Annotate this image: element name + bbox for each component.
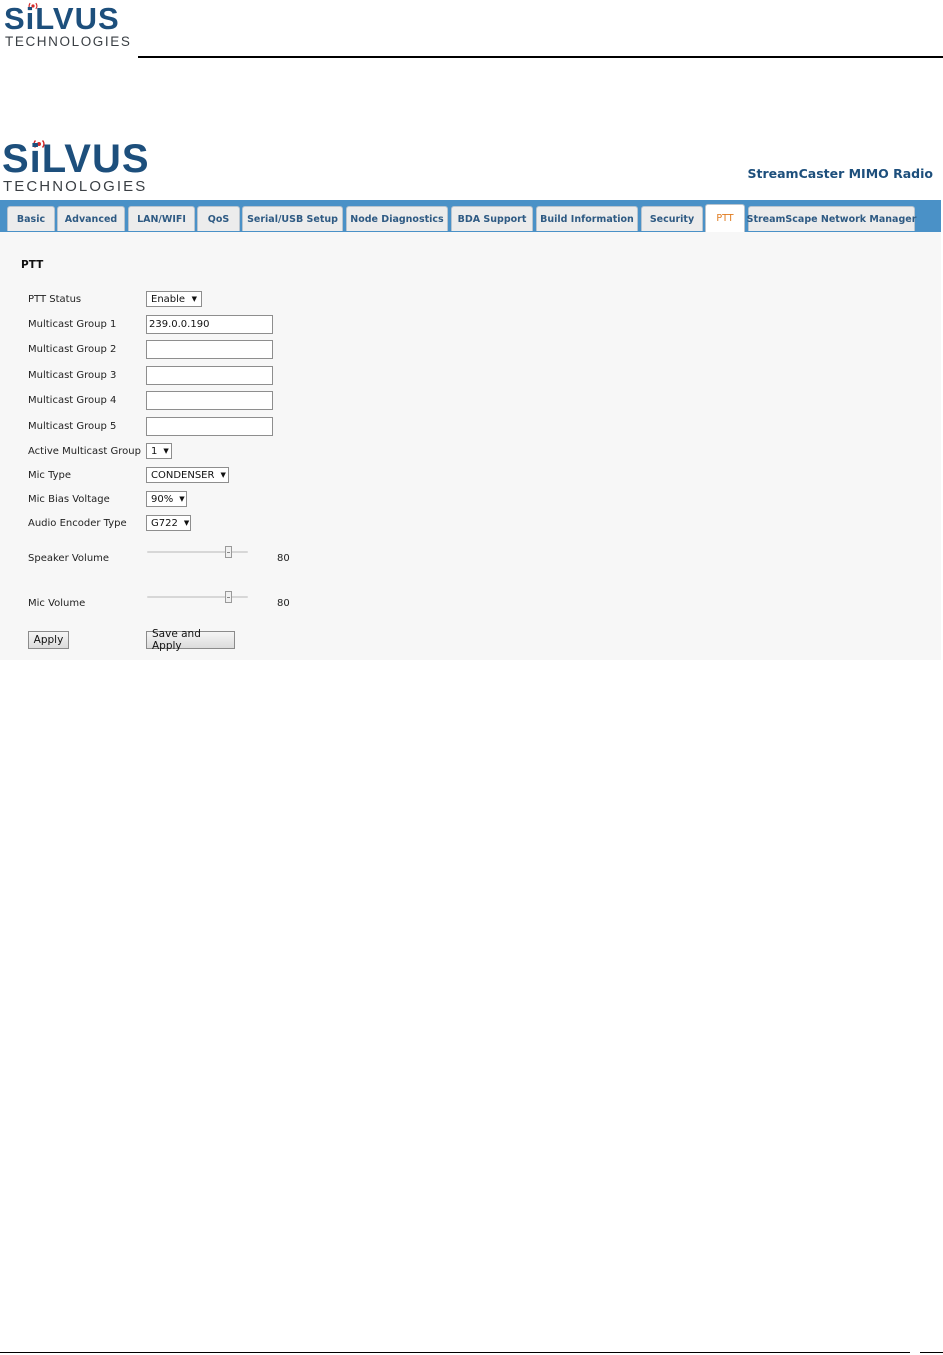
multicast-group-2-input[interactable] — [146, 340, 273, 359]
tab-basic[interactable]: Basic — [7, 206, 55, 231]
audio-encoder-type-select[interactable]: G722 ▼ — [146, 515, 191, 531]
speaker-volume-label: Speaker Volume — [28, 553, 110, 564]
app-logo: SiLVUS TECHNOLOGIES — [2, 138, 157, 198]
mic-bias-voltage-value: 90% — [151, 493, 174, 505]
active-multicast-group-select[interactable]: 1 ▼ — [146, 443, 172, 459]
dropdown-arrow-icon: ▼ — [163, 447, 169, 455]
slider-track — [147, 596, 248, 598]
document-logo-subtitle: TECHNOLOGIES — [5, 34, 132, 49]
ptt-status-label: PTT Status — [28, 294, 82, 305]
tab-build-information[interactable]: Build Information — [536, 206, 638, 231]
app-logo-brand: SiLVUS — [2, 137, 150, 181]
footer-page-marker — [920, 1352, 943, 1353]
audio-encoder-type-label: Audio Encoder Type — [28, 518, 127, 529]
multicast-group-1-input[interactable] — [146, 315, 273, 334]
ptt-config-screenshot: SiLVUS TECHNOLOGIES StreamCaster MIMO Ra… — [0, 138, 943, 660]
apply-button[interactable]: Apply — [28, 631, 69, 649]
tab-lan-wifi[interactable]: LAN/WIFI — [128, 206, 195, 231]
dropdown-arrow-icon: ▼ — [183, 519, 190, 527]
multicast-group-4-label: Multicast Group 4 — [28, 395, 117, 406]
tab-advanced[interactable]: Advanced — [57, 206, 125, 231]
multicast-group-3-input[interactable] — [146, 366, 273, 385]
tab-node-diagnostics[interactable]: Node Diagnostics — [346, 206, 448, 231]
mic-type-label: Mic Type — [28, 470, 72, 481]
mic-type-value: CONDENSER — [151, 469, 215, 481]
multicast-group-2-label: Multicast Group 2 — [28, 344, 117, 355]
document-logo-brand: SiLVUS — [4, 1, 120, 36]
speaker-volume-slider[interactable] — [147, 546, 248, 558]
tab-bda-support[interactable]: BDA Support — [451, 206, 533, 231]
mic-volume-value: 80 — [277, 598, 290, 609]
tab-serial-usb-setup[interactable]: Serial/USB Setup — [242, 206, 343, 231]
multicast-group-1-label: Multicast Group 1 — [28, 319, 117, 330]
active-multicast-group-label: Active Multicast Group — [28, 446, 141, 457]
multicast-group-5-input[interactable] — [146, 417, 273, 436]
active-multicast-group-value: 1 — [151, 445, 158, 457]
audio-encoder-type-value: G722 — [151, 517, 178, 529]
slider-handle[interactable] — [224, 546, 232, 558]
footer-divider — [0, 1352, 910, 1353]
tab-security[interactable]: Security — [641, 206, 703, 231]
app-logo-subtitle: TECHNOLOGIES — [3, 178, 148, 195]
dropdown-arrow-icon: ▼ — [191, 295, 197, 303]
multicast-group-4-input[interactable] — [146, 391, 273, 410]
ptt-status-select[interactable]: Enable ▼ — [146, 291, 202, 307]
dropdown-arrow-icon: ▼ — [220, 471, 226, 479]
dropdown-arrow-icon: ▼ — [179, 495, 185, 503]
mic-bias-voltage-select[interactable]: 90% ▼ — [146, 491, 187, 507]
mic-type-select[interactable]: CONDENSER ▼ — [146, 467, 229, 483]
header-divider — [138, 56, 943, 58]
product-name: StreamCaster MIMO Radio — [747, 166, 934, 181]
slider-track — [147, 551, 248, 553]
ptt-status-value: Enable — [151, 293, 186, 305]
multicast-group-3-label: Multicast Group 3 — [28, 370, 117, 381]
save-and-apply-button[interactable]: Save and Apply — [146, 628, 235, 652]
speaker-volume-value: 80 — [277, 553, 290, 564]
mic-bias-voltage-label: Mic Bias Voltage — [28, 494, 110, 505]
mic-volume-slider[interactable] — [147, 591, 248, 603]
slider-handle[interactable] — [224, 591, 232, 603]
tab-ptt[interactable]: PTT — [705, 204, 745, 232]
tab-qos[interactable]: QoS — [197, 206, 240, 231]
multicast-group-5-label: Multicast Group 5 — [28, 421, 117, 432]
ptt-panel: PTT PTT Status Enable ▼ Multicast Group … — [0, 232, 941, 660]
panel-title: PTT — [21, 259, 44, 271]
tab-bar: Basic Advanced LAN/WIFI QoS Serial/USB S… — [0, 200, 941, 233]
tab-streamscape-network-manager[interactable]: StreamScape Network Manager — [747, 206, 916, 231]
mic-volume-label: Mic Volume — [28, 598, 86, 609]
document-logo: SiLVUS TECHNOLOGIES — [4, 1, 132, 50]
